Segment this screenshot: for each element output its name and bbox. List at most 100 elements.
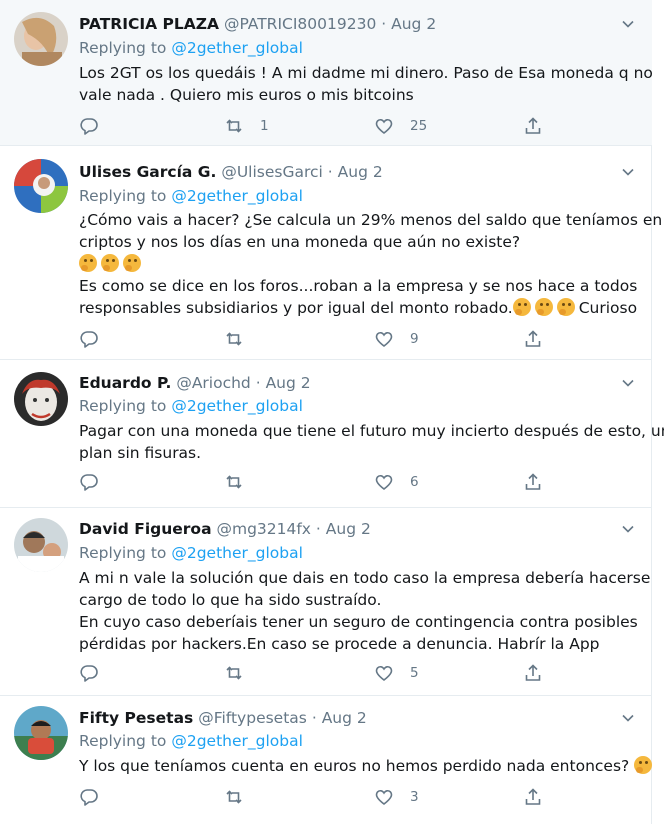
like-count: 3 (410, 789, 419, 805)
user-handle[interactable]: @UlisesGarci (221, 163, 323, 181)
like-icon (375, 118, 393, 135)
thinking-face-emoji (123, 254, 141, 272)
tweet-text-line: vale nada . Quiero mis euros o mis bitco… (79, 86, 414, 104)
chevron-down-icon[interactable] (622, 166, 634, 178)
tweet-header: Fifty Pesetas @Fiftypesetas · Aug 2 (79, 707, 612, 729)
share-button[interactable] (523, 784, 543, 810)
chevron-down-icon[interactable] (622, 18, 634, 30)
like-button[interactable]: 9 (374, 326, 419, 352)
like-button[interactable]: 6 (374, 469, 419, 495)
share-icon (525, 664, 541, 681)
separator-dot: · (315, 520, 321, 538)
user-handle[interactable]: @Fiftypesetas (198, 709, 307, 727)
user-handle[interactable]: @mg3214fx (216, 520, 311, 538)
tweet-actions: 5 (79, 660, 549, 686)
tweet-date[interactable]: Aug 2 (326, 520, 371, 538)
timeline: PATRICIA PLAZA @PATRICI80019230 · Aug 2 … (0, 0, 664, 824)
tweet-date[interactable]: Aug 2 (338, 163, 383, 181)
display-name[interactable]: David Figueroa (79, 520, 212, 538)
mention-link[interactable]: @2gether_global (171, 39, 303, 57)
tweet-text-fragment: Curioso (578, 299, 638, 317)
tweet-text-line: plan sin fisuras. (79, 444, 202, 462)
share-button[interactable] (523, 113, 543, 139)
tweet-date[interactable]: Aug 2 (266, 374, 311, 392)
avatar[interactable] (14, 159, 68, 213)
tweet-date[interactable]: Aug 2 (322, 709, 367, 727)
replying-to-label: Replying to (79, 544, 167, 562)
mention-link[interactable]: @2gether_global (171, 544, 303, 562)
avatar[interactable] (14, 706, 68, 760)
tweet[interactable]: David Figueroa @mg3214fx · Aug 2 Replyin… (0, 508, 652, 696)
tweet-text-line: En cuyo caso deberíais tener un seguro d… (79, 613, 638, 631)
avatar[interactable] (14, 12, 68, 66)
mention-link[interactable]: @2gether_global (171, 397, 303, 415)
replying-to-label: Replying to (79, 187, 167, 205)
retweet-icon (226, 119, 242, 133)
share-icon (525, 117, 541, 134)
tweet-header: Ulises García G. @UlisesGarci · Aug 2 (79, 161, 612, 183)
tweet-text-line: Y los que teníamos cuenta en euros no he… (79, 755, 653, 777)
retweet-icon (226, 790, 242, 804)
tweet-date[interactable]: Aug 2 (391, 15, 436, 33)
separator-dot: · (311, 709, 317, 727)
replying-to-label: Replying to (79, 39, 167, 57)
thinking-face-emoji (512, 298, 531, 316)
tweet-text-line: Es como se dice en los foros...roban a l… (79, 277, 638, 295)
display-name[interactable]: Eduardo P. (79, 374, 171, 392)
tweet-header: David Figueroa @mg3214fx · Aug 2 (79, 518, 612, 540)
tweet-actions: 6 (79, 469, 549, 495)
retweet-icon (226, 475, 242, 489)
user-handle[interactable]: @Ariochd (176, 374, 250, 392)
user-handle[interactable]: @PATRICI80019230 (224, 15, 376, 33)
tweet-text-line: cargo de todo lo que ha sido sustraído. (79, 591, 382, 609)
share-button[interactable] (523, 326, 543, 352)
mention-link[interactable]: @2gether_global (171, 732, 303, 750)
retweet-button[interactable] (224, 326, 260, 352)
tweet[interactable]: Eduardo P. @Ariochd · Aug 2 Replying to … (0, 360, 664, 508)
like-button[interactable]: 5 (374, 660, 419, 686)
reply-button[interactable] (79, 113, 99, 139)
tweet-header: PATRICIA PLAZA @PATRICI80019230 · Aug 2 (79, 13, 612, 35)
tweet[interactable]: PATRICIA PLAZA @PATRICI80019230 · Aug 2 … (0, 0, 653, 146)
like-count: 6 (410, 474, 419, 490)
retweet-button[interactable]: 1 (224, 113, 269, 139)
thinking-face-emoji (534, 298, 553, 316)
reply-button[interactable] (79, 660, 99, 686)
tweet-text-fragment: Y los que teníamos cuenta en euros no he… (79, 757, 630, 775)
tweet[interactable]: Fifty Pesetas @Fiftypesetas · Aug 2 Repl… (0, 696, 653, 824)
like-icon (375, 474, 393, 491)
retweet-button[interactable] (224, 660, 260, 686)
display-name[interactable]: Fifty Pesetas (79, 709, 193, 727)
tweet[interactable]: Ulises García G. @UlisesGarci · Aug 2 Re… (0, 146, 662, 360)
avatar[interactable] (14, 372, 68, 426)
chevron-down-icon[interactable] (622, 523, 634, 535)
display-name[interactable]: Ulises García G. (79, 163, 216, 181)
thinking-face-emoji (79, 254, 97, 272)
display-name[interactable]: PATRICIA PLAZA (79, 15, 219, 33)
tweet-text: A mi n vale la solución que dais en todo… (79, 567, 650, 655)
tweet-text: ¿Cómo vais a hacer? ¿Se calcula un 29% m… (79, 209, 662, 319)
reply-button[interactable] (79, 326, 99, 352)
like-button[interactable]: 3 (374, 784, 419, 810)
chevron-down-icon[interactable] (622, 377, 634, 389)
replying-to: Replying to @2gether_global (79, 542, 303, 564)
tweet-text: Y los que teníamos cuenta en euros no he… (79, 755, 653, 777)
share-button[interactable] (523, 469, 543, 495)
tweet-text-line: Pagar con una moneda que tiene el futuro… (79, 422, 664, 440)
reply-icon (80, 474, 98, 491)
chevron-down-icon[interactable] (622, 712, 634, 724)
share-button[interactable] (523, 660, 543, 686)
reply-button[interactable] (79, 784, 99, 810)
tweet-actions: 9 (79, 326, 549, 352)
mention-link[interactable]: @2gether_global (171, 187, 303, 205)
emoji-line (79, 253, 639, 275)
separator-dot: · (381, 15, 387, 33)
reply-button[interactable] (79, 469, 99, 495)
like-icon (375, 789, 393, 806)
tweet-text-line: Los 2GT os los quedáis ! A mi dadme mi d… (79, 64, 653, 82)
tweet-text-line: responsables subsidiarios y por igual de… (79, 297, 639, 319)
avatar[interactable] (14, 518, 68, 572)
retweet-button[interactable] (224, 469, 260, 495)
retweet-button[interactable] (224, 784, 260, 810)
like-button[interactable]: 25 (374, 113, 427, 139)
